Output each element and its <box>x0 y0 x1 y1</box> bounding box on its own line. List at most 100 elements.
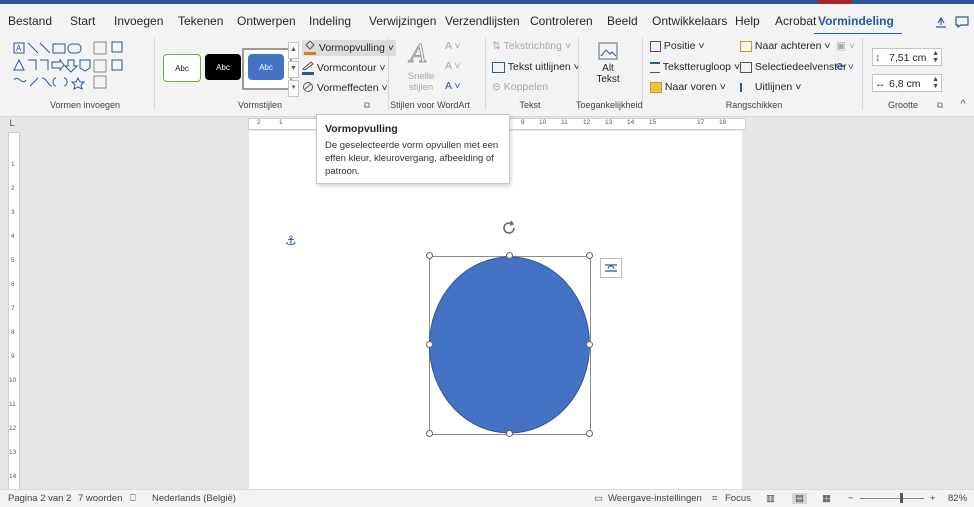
resize-handle-bottom[interactable] <box>506 430 513 437</box>
tab-ontwikkelaars[interactable]: Ontwikkelaars <box>652 14 727 28</box>
tab-selector-icon[interactable]: L <box>6 117 18 129</box>
page-count[interactable]: Pagina 2 van 2 <box>8 493 71 504</box>
shape-styles-launcher-icon[interactable]: ⧉ <box>362 100 372 111</box>
collapse-ribbon-icon[interactable]: ^ <box>958 98 968 110</box>
tab-acrobat[interactable]: Acrobat <box>775 14 816 28</box>
resize-handle-top-right[interactable] <box>586 252 593 259</box>
comment-icon[interactable] <box>955 16 969 28</box>
group-objects-icon[interactable]: ▣ ˅ <box>836 40 855 52</box>
tab-indeling[interactable]: Indeling <box>309 14 351 28</box>
tab-vormindeling[interactable]: Vormindeling <box>818 14 894 28</box>
text-fill-icon[interactable]: A ˅ <box>445 40 460 52</box>
ruler-number: 9 <box>11 353 15 360</box>
styles-gallery-scroll[interactable]: ▲ ▼ ▾ <box>288 42 299 97</box>
text-outline-icon[interactable]: A ˅ <box>445 60 460 72</box>
create-link-button[interactable]: ⊝ Koppelen <box>492 81 548 93</box>
tab-bestand[interactable]: Bestand <box>8 14 52 28</box>
tab-tekenen[interactable]: Tekenen <box>178 14 223 28</box>
bring-forward-button[interactable]: Naar voren ˅ <box>650 81 726 93</box>
send-backward-icon <box>740 40 752 52</box>
style-swatch-outline[interactable]: Abc <box>163 54 201 82</box>
display-settings-icon[interactable]: ▭ <box>594 493 603 504</box>
tab-verwijzingen[interactable]: Verwijzingen <box>369 14 436 28</box>
shape-effects-button[interactable]: Vormeffecten ˅ <box>302 81 388 95</box>
send-backward-button[interactable]: Naar achteren ˅ <box>740 40 831 52</box>
ruler-number: 18 <box>719 119 727 126</box>
ruler-number: 1 <box>279 119 283 126</box>
align-text-icon <box>492 61 505 73</box>
style-swatch-blue[interactable]: Abc <box>248 54 284 80</box>
shapes-gallery-icon[interactable]: A <box>12 40 124 90</box>
anchor-icon[interactable]: ⚓ <box>285 233 297 249</box>
shape-width-input[interactable]: ↔ 6,8 cm ▲ ▼ <box>872 74 942 92</box>
print-layout-icon[interactable]: ▤ <box>792 493 807 504</box>
group-label-accessibility: Toegankelijkheid <box>576 100 643 110</box>
resize-handle-right[interactable] <box>586 341 593 348</box>
ruler-number: 10 <box>539 119 547 126</box>
rotate-handle-icon[interactable] <box>501 220 517 236</box>
ruler-number: 12 <box>583 119 591 126</box>
alt-text-button[interactable]: Alt Tekst <box>588 42 628 85</box>
divider <box>485 38 486 110</box>
height-spinner[interactable]: ▲ ▼ <box>932 50 939 64</box>
align-text-button[interactable]: Tekst uitlijnen ˅ <box>492 61 580 73</box>
selection-pane-button[interactable]: Selectiedeelvenster <box>740 61 847 73</box>
vertical-ruler[interactable]: 1 2 3 4 5 6 7 8 9 10 11 12 13 14 <box>8 132 20 491</box>
blue-ellipse-shape[interactable] <box>429 256 590 434</box>
text-effects-icon[interactable]: A ˅ <box>445 80 460 92</box>
wordart-a-icon: A <box>408 40 428 69</box>
language[interactable]: Nederlands (België) <box>152 493 236 504</box>
text-direction-button[interactable]: ⇅ Tekstrichting ˅ <box>492 40 571 52</box>
svg-text:A: A <box>16 44 22 53</box>
zoom-out-icon[interactable]: − <box>848 493 854 504</box>
position-button[interactable]: Positie ˅ <box>650 40 705 52</box>
word-count[interactable]: 7 woorden <box>78 493 122 504</box>
focus-icon[interactable]: ⌗ <box>712 493 717 504</box>
share-icon[interactable] <box>934 16 948 28</box>
tab-beeld[interactable]: Beeld <box>607 14 638 28</box>
text-direction-icon: ⇅ <box>492 40 501 53</box>
resize-handle-left[interactable] <box>426 341 433 348</box>
wrap-text-label: Tekstterugloop <box>662 61 732 73</box>
read-mode-icon[interactable]: ▥ <box>766 493 775 504</box>
resize-handle-top-left[interactable] <box>426 252 433 259</box>
tooltip-shape-fill: Vormopvulling De geselecteerde vorm opvu… <box>316 114 510 184</box>
selection-pane-label: Selectiedeelvenster <box>754 61 847 73</box>
quick-styles-button[interactable]: A Snelle stijlen <box>398 40 444 96</box>
resize-handle-bottom-left[interactable] <box>426 430 433 437</box>
width-spinner[interactable]: ▲ ▼ <box>932 76 939 90</box>
pen-icon <box>302 61 314 75</box>
tab-help[interactable]: Help <box>735 14 760 28</box>
tab-invoegen[interactable]: Invoegen <box>114 14 163 28</box>
focus-mode[interactable]: Focus <box>725 493 751 504</box>
wrap-text-button[interactable]: Tekstterugloop ˅ <box>650 61 740 73</box>
tab-start[interactable]: Start <box>70 14 95 28</box>
tab-verzendlijsten[interactable]: Verzendlijsten <box>445 14 520 28</box>
resize-handle-bottom-right[interactable] <box>586 430 593 437</box>
ruler-number: 7 <box>11 305 15 312</box>
display-settings[interactable]: Weergave-instellingen <box>608 493 702 504</box>
zoom-level[interactable]: 82% <box>948 493 967 504</box>
shape-fill-button[interactable]: Vormopvulling ˅ <box>302 40 396 56</box>
web-layout-icon[interactable]: ▦ <box>822 493 831 504</box>
rotate-objects-icon[interactable]: ⟳ ˅ <box>836 61 854 73</box>
align-button[interactable]: Uitlijnen ˅ <box>740 81 801 93</box>
zoom-in-icon[interactable]: + <box>930 493 936 504</box>
resize-handle-top[interactable] <box>506 252 513 259</box>
group-label-wordart: Stijlen voor WordArt <box>390 100 470 110</box>
shape-effects-label: Vormeffecten <box>316 81 379 94</box>
layout-options-icon[interactable] <box>600 258 622 278</box>
align-label: Uitlijnen <box>754 81 793 93</box>
size-launcher-icon[interactable]: ⧉ <box>935 100 945 111</box>
tab-ontwerpen[interactable]: Ontwerpen <box>237 14 296 28</box>
ruler-number: 6 <box>11 281 15 288</box>
style-swatch-black[interactable]: Abc <box>205 54 241 80</box>
zoom-slider[interactable] <box>860 498 924 499</box>
zoom-slider-thumb[interactable] <box>900 493 903 503</box>
shape-outline-button[interactable]: Vormcontour ˅ <box>302 61 386 75</box>
ruler-number: 2 <box>257 119 261 126</box>
alt-text-label-1: Alt <box>602 63 614 74</box>
tab-controleren[interactable]: Controleren <box>530 14 593 28</box>
proofing-icon[interactable]: ⎕ <box>130 493 136 504</box>
shape-height-input[interactable]: ↕ 7,51 cm ▲ ▼ <box>872 48 942 66</box>
